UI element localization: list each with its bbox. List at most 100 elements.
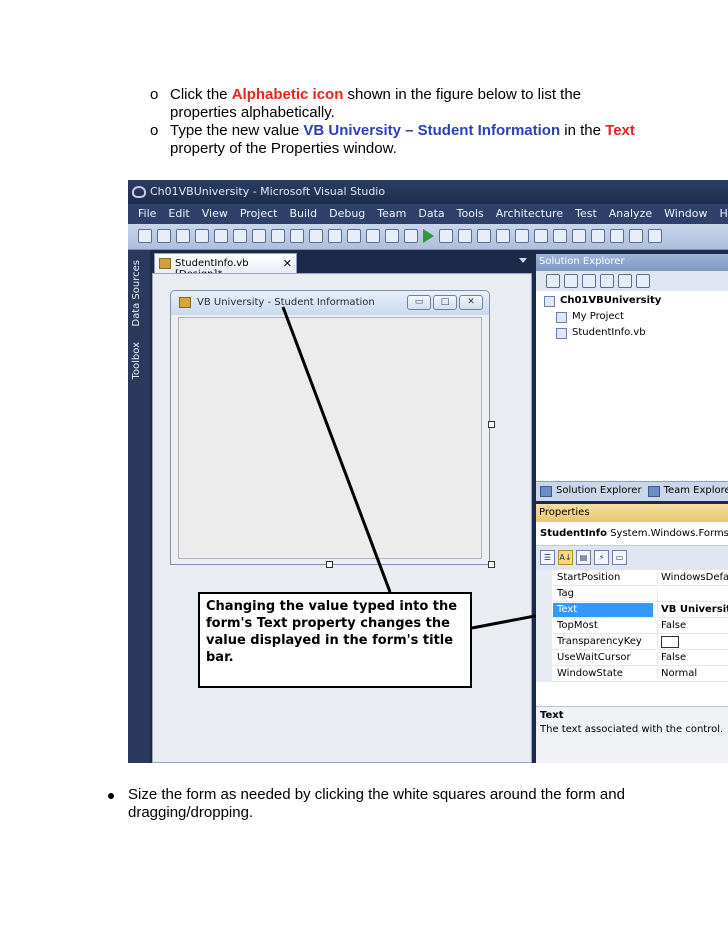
toolbox-tab[interactable]: Toolbox [131, 342, 147, 380]
properties-object-selector[interactable]: StudentInfo System.Windows.Forms.F [536, 522, 728, 546]
tree-item-project[interactable]: Ch01VBUniversity [544, 295, 661, 309]
property-value[interactable]: False [657, 652, 728, 666]
add-item-icon[interactable] [176, 229, 190, 243]
menu-item-architecture[interactable]: Architecture [496, 207, 563, 224]
tab-solution-explorer[interactable]: Solution Explorer [540, 485, 642, 501]
menu-item-window[interactable]: Window [664, 207, 707, 224]
save-all-icon[interactable] [214, 229, 228, 243]
class-diagram-icon[interactable] [636, 274, 650, 288]
menu-item-team[interactable]: Team [377, 207, 406, 224]
comment-icon[interactable] [309, 229, 323, 243]
form-window-buttons: ▭ □ ✕ [407, 295, 483, 310]
start-debugging-icon[interactable] [423, 229, 434, 243]
tree-item-studentinfo[interactable]: StudentInfo.vb [556, 327, 646, 341]
property-pages-icon[interactable]: ▭ [612, 550, 627, 565]
paste-icon[interactable] [271, 229, 285, 243]
events-icon[interactable]: ⚡ [594, 550, 609, 565]
output-icon[interactable] [648, 229, 662, 243]
chevron-down-icon[interactable] [519, 258, 527, 263]
menu-item-view[interactable]: View [202, 207, 228, 224]
tree-item-my-project[interactable]: My Project [556, 311, 624, 325]
property-row-startposition[interactable]: StartPosition WindowsDefau [536, 570, 728, 586]
project-icon [544, 296, 555, 307]
step-over-icon[interactable] [496, 229, 510, 243]
step-into-icon[interactable] [477, 229, 491, 243]
property-value[interactable]: VB University [657, 604, 728, 618]
save-icon[interactable] [195, 229, 209, 243]
breakpoint-icon[interactable] [515, 229, 529, 243]
menu-item-tools[interactable]: Tools [457, 207, 484, 224]
extension-manager-icon[interactable] [610, 229, 624, 243]
form-title-text: VB University - Student Information [197, 297, 375, 308]
show-all-files-icon[interactable] [564, 274, 578, 288]
new-project-icon[interactable] [138, 229, 152, 243]
command-window-icon[interactable] [629, 229, 643, 243]
form-client-area[interactable] [178, 317, 482, 559]
resize-handle-right[interactable] [488, 421, 495, 428]
property-row-tag[interactable]: Tag [536, 586, 728, 602]
undo-icon[interactable] [347, 229, 361, 243]
instruction-text: Click the [170, 86, 232, 103]
pause-icon[interactable] [439, 229, 453, 243]
resize-handle-bottom[interactable] [326, 561, 333, 568]
properties-icon[interactable] [546, 274, 560, 288]
property-row-windowstate[interactable]: WindowState Normal [536, 666, 728, 682]
menu-item-build[interactable]: Build [289, 207, 317, 224]
property-value[interactable]: False [657, 620, 728, 634]
find-icon[interactable] [290, 229, 304, 243]
redo-icon[interactable] [366, 229, 380, 243]
design-form[interactable]: VB University - Student Information ▭ □ … [170, 290, 490, 565]
property-row-text[interactable]: Text VB University [536, 602, 728, 618]
property-value[interactable]: Normal [657, 668, 728, 682]
properties-window-icon[interactable] [553, 229, 567, 243]
menu-item-analyze[interactable]: Analyze [609, 207, 652, 224]
solution-explorer-icon[interactable] [534, 229, 548, 243]
solution-tree: Ch01VBUniversity My Project StudentInfo.… [536, 291, 728, 481]
window-titlebar: Ch01VBUniversity - Microsoft Visual Stud… [128, 180, 728, 204]
property-row-topmost[interactable]: TopMost False [536, 618, 728, 634]
close-icon[interactable]: ✕ [459, 295, 483, 310]
maximize-icon[interactable]: □ [433, 295, 457, 310]
property-value[interactable]: WindowsDefau [657, 572, 728, 586]
property-name: TransparencyKey [557, 636, 642, 647]
tab-team-explorer[interactable]: Team Explore [647, 485, 728, 501]
menu-item-file[interactable]: File [138, 207, 156, 224]
view-code-icon[interactable] [600, 274, 614, 288]
alphabetic-icon[interactable]: A↓ [558, 550, 573, 565]
resize-handle-corner[interactable] [488, 561, 495, 568]
tree-item-label: Ch01VBUniversity [560, 295, 662, 306]
navigate-back-icon[interactable] [385, 229, 399, 243]
categorized-icon[interactable]: ☰ [540, 550, 555, 565]
navigate-forward-icon[interactable] [404, 229, 418, 243]
object-name: StudentInfo [540, 528, 608, 539]
menu-item-test[interactable]: Test [575, 207, 597, 224]
property-value[interactable] [657, 588, 728, 602]
menu-item-edit[interactable]: Edit [168, 207, 189, 224]
cut-icon[interactable] [233, 229, 247, 243]
toolbox-icon[interactable] [591, 229, 605, 243]
property-row-transparencykey[interactable]: TransparencyKey [536, 634, 728, 650]
copy-icon[interactable] [252, 229, 266, 243]
close-tab-icon[interactable]: ✕ [283, 257, 292, 270]
minimize-icon[interactable]: ▭ [407, 295, 431, 310]
instruction-bullet-resize: Size the form as needed by clicking the … [108, 786, 668, 822]
stop-icon[interactable] [458, 229, 472, 243]
property-name: UseWaitCursor [557, 652, 631, 663]
open-icon[interactable] [157, 229, 171, 243]
uncomment-icon[interactable] [328, 229, 342, 243]
callout-box: Changing the value typed into the form's… [198, 592, 472, 688]
property-value[interactable] [657, 636, 728, 650]
view-designer-icon[interactable] [618, 274, 632, 288]
property-row-usewaitcursor[interactable]: UseWaitCursor False [536, 650, 728, 666]
menu-item-debug[interactable]: Debug [329, 207, 365, 224]
menu-item-data[interactable]: Data [418, 207, 444, 224]
menu-item-project[interactable]: Project [240, 207, 278, 224]
object-browser-icon[interactable] [572, 229, 586, 243]
designer-document-tab[interactable]: StudentInfo.vb [Design]* ✕ [154, 253, 297, 280]
menu-item-help[interactable]: Help [720, 207, 728, 224]
refresh-icon[interactable] [582, 274, 596, 288]
form-file-icon [159, 258, 171, 269]
data-sources-tab[interactable]: Data Sources [131, 260, 147, 327]
instruction-list: o Click the Alphabetic icon shown in the… [150, 86, 650, 158]
properties-icon[interactable]: ▤ [576, 550, 591, 565]
